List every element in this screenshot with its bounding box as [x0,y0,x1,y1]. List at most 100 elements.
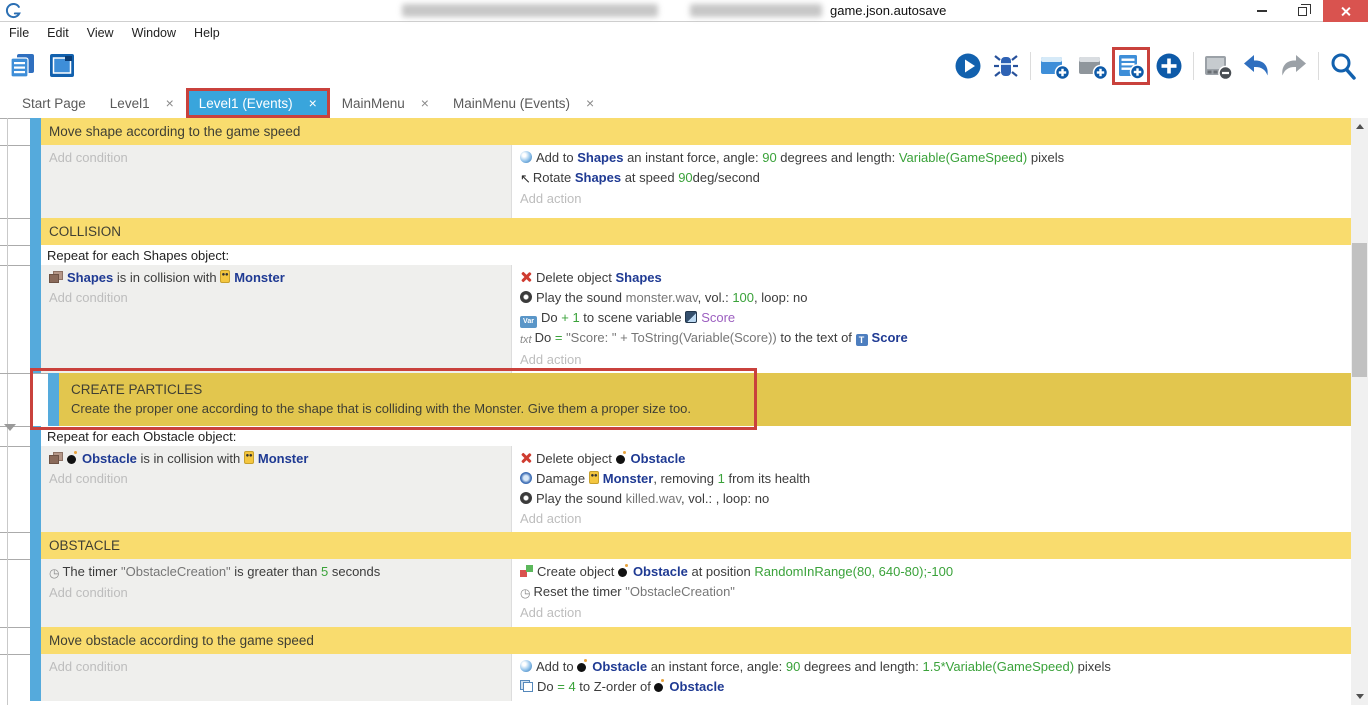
editor-window-button[interactable] [46,49,80,83]
event-selection-bar[interactable] [30,118,41,145]
play-button[interactable] [951,49,985,83]
menu-item-edit[interactable]: Edit [38,26,78,40]
add-condition-button[interactable]: Add condition [41,657,511,677]
tab-level1-events-[interactable]: Level1 (Events)× [186,88,330,118]
add-action-button[interactable]: Add action [512,509,1351,529]
tab-label: MainMenu [342,96,405,111]
new-external-layout-button[interactable] [1076,49,1110,83]
tab-close-icon[interactable]: × [309,95,317,111]
action-line[interactable]: Damage Monster, removing 1 from its heal… [512,469,1351,489]
menu-item-file[interactable]: File [0,26,38,40]
text-segment: Shapes [577,150,623,165]
force-icon [520,660,532,672]
menu-item-view[interactable]: View [78,26,123,40]
text-segment: + 1 [561,310,579,325]
tab-close-icon[interactable]: × [421,95,429,111]
comment-event[interactable]: CREATE PARTICLESCreate the proper one ac… [59,373,1351,426]
event-selection-bar[interactable] [30,245,41,265]
redacted-path-blur [402,4,658,17]
action-line[interactable]: Play the sound killed.wav, vol.: , loop:… [512,489,1351,509]
event-gutter [0,559,30,627]
tab-start-page[interactable]: Start Page [10,88,98,118]
project-list-button[interactable] [6,49,40,83]
close-button[interactable] [1323,0,1368,22]
new-scene-button[interactable] [1038,49,1072,83]
redo-button[interactable] [1277,49,1311,83]
event-selection-bar[interactable] [30,532,41,559]
titlebar: game.json.autosave [0,0,1368,22]
condition-line[interactable]: ◷The timer "ObstacleCreation" is greater… [41,562,511,583]
text-segment: an instant force, angle: [623,150,762,165]
action-line[interactable]: txtDo = "Score: " + ToString(Variable(Sc… [512,328,1351,350]
scroll-down-button[interactable] [1351,688,1368,705]
event-selection-bar[interactable] [30,559,41,627]
event-selection-bar[interactable] [30,265,41,373]
repeat-event-header[interactable]: Repeat for each Obstacle object: [41,426,1351,446]
add-condition-button[interactable]: Add condition [41,288,511,308]
condition-line[interactable]: Shapes is in collision with Monster [41,268,511,288]
repeat-event-header[interactable]: Repeat for each Shapes object: [41,245,1351,265]
add-action-button[interactable]: Add action [512,603,1351,623]
vertical-scrollbar[interactable] [1351,118,1368,705]
event-group-header[interactable]: Move shape according to the game speed [41,118,1351,145]
event-group-header[interactable]: COLLISION [41,218,1351,245]
event-gutter [0,627,30,654]
new-events-sheet-button[interactable] [1114,49,1148,83]
add-condition-button[interactable]: Add condition [41,583,511,603]
add-condition-button[interactable]: Add condition [41,469,511,489]
action-line[interactable]: Delete object Shapes [512,268,1351,288]
event-body: Shapes is in collision with MonsterAdd c… [41,265,1351,373]
search-button[interactable] [1326,49,1360,83]
event-selection-bar[interactable] [30,145,41,218]
event-selection-bar[interactable] [30,627,41,654]
action-line[interactable]: Add to Obstacle an instant force, angle:… [512,657,1351,677]
event-selection-bar[interactable] [30,654,41,701]
tab-mainmenu[interactable]: MainMenu × [330,88,441,118]
menu-item-help[interactable]: Help [185,26,229,40]
debug-button[interactable] [989,49,1023,83]
action-line[interactable]: Do = 4 to Z-order of Obstacle [512,677,1351,697]
event-selection-bar[interactable] [48,373,59,426]
event-group-header[interactable]: Move obstacle according to the game spee… [41,627,1351,654]
tab-level1[interactable]: Level1× [98,88,186,118]
tab-close-icon[interactable]: × [166,95,174,111]
action-line[interactable]: VarDo + 1 to scene variable Score [512,308,1351,328]
add-button[interactable] [1152,49,1186,83]
text-segment: Shapes [616,270,662,285]
minimize-button[interactable] [1241,0,1282,22]
add-action-button[interactable]: Add action [512,350,1351,370]
action-line[interactable]: Add to Shapes an instant force, angle: 9… [512,148,1351,168]
project-list-button [7,51,39,81]
condition-line[interactable]: Obstacle is in collision with Monster [41,449,511,469]
text-segment: Do [535,330,555,345]
action-line[interactable]: ↖Rotate Shapes at speed 90deg/second [512,168,1351,189]
expander-arrow-icon[interactable] [4,424,16,431]
menu-item-window[interactable]: Window [123,26,185,40]
remove-frame-button[interactable] [1201,49,1235,83]
text-segment: Play the sound [536,290,626,305]
event-selection-bar[interactable] [30,446,41,532]
restore-button[interactable] [1282,0,1323,22]
scroll-up-button[interactable] [1351,118,1368,135]
tab-mainmenu-events-[interactable]: MainMenu (Events)× [441,88,606,118]
var-icon: Var [520,316,537,328]
sound-icon [520,492,532,504]
add-condition-button[interactable]: Add condition [41,148,511,168]
action-line[interactable]: Play the sound monster.wav, vol.: 100, l… [512,288,1351,308]
scrollbar-thumb[interactable] [1352,243,1367,377]
event-group-header[interactable]: OBSTACLE [41,532,1351,559]
action-line[interactable]: ◷Reset the timer "ObstacleCreation" [512,582,1351,603]
action-line[interactable]: Delete object Obstacle [512,449,1351,469]
timer-icon: ◷ [49,563,59,583]
text-segment: to scene variable [580,310,686,325]
add-action-button[interactable]: Add action [512,189,1351,209]
action-line[interactable]: Create object Obstacle at position Rando… [512,562,1351,582]
tab-close-icon[interactable]: × [586,95,594,111]
text-segment: is in collision with [113,270,220,285]
event-selection-bar[interactable] [30,218,41,245]
event-row-header: OBSTACLE [0,532,1351,559]
restore-icon [1298,7,1307,16]
window-controls [1241,0,1368,22]
undo-button[interactable] [1239,49,1273,83]
event-selection-bar[interactable] [30,426,41,446]
